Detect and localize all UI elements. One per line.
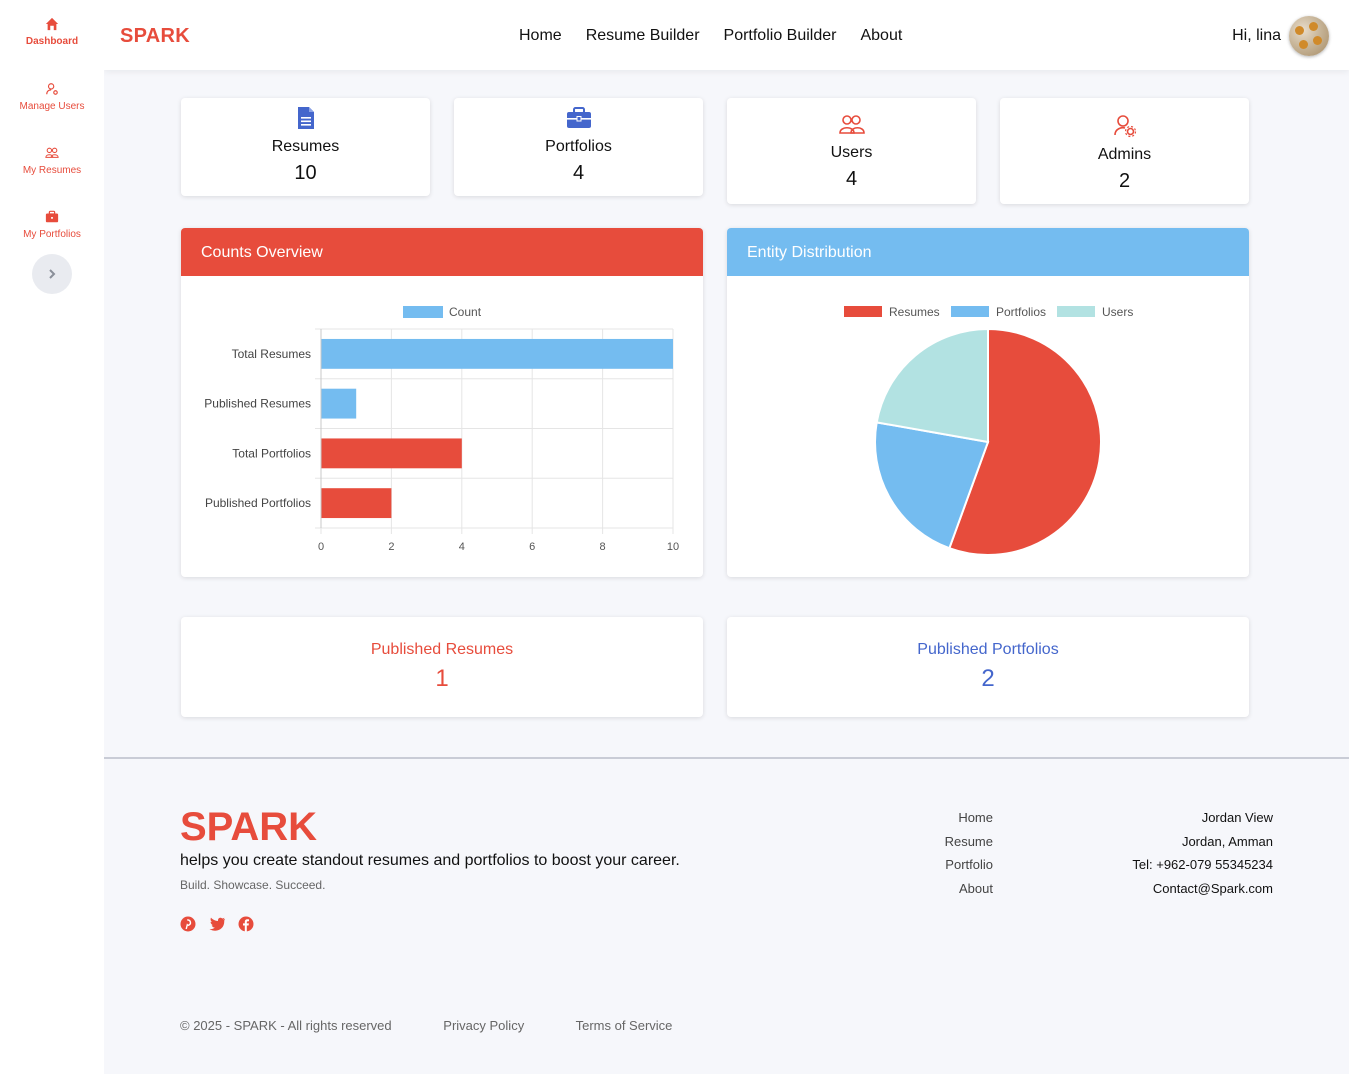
nav-resume-builder[interactable]: Resume Builder — [586, 27, 700, 45]
stat-value: 2 — [1118, 170, 1131, 192]
bar — [321, 438, 462, 469]
stat-card-resumes: Resumes 10 — [181, 98, 430, 196]
contact-phone: Tel: +962-079 55345234 — [1132, 857, 1273, 872]
privacy-policy-link[interactable]: Privacy Policy — [443, 1018, 524, 1033]
nav-portfolio-builder[interactable]: Portfolio Builder — [724, 27, 837, 45]
counts-bar-chart: Count 0 2 4 6 8 10 Total Resumes Published Resum… — [204, 305, 679, 553]
footer-links: Home Resume Portfolio About — [945, 806, 993, 900]
nav-home[interactable]: Home — [519, 27, 562, 45]
stat-label: Admins — [1097, 146, 1152, 163]
legend-swatch — [844, 306, 882, 317]
user-greeting: Hi, lina — [1232, 27, 1281, 44]
stat-card-users: Users 4 — [727, 98, 976, 204]
contact-line: Jordan View — [1201, 810, 1273, 825]
published-label: Published Resumes — [370, 641, 514, 658]
legend-label: Count — [449, 305, 482, 319]
published-value: 1 — [435, 665, 449, 692]
footer-contact: Jordan View Jordan, Amman Tel: +962-079 … — [1132, 806, 1273, 900]
x-tick-label: 8 — [600, 541, 606, 553]
panel-title: Counts Overview — [181, 228, 703, 276]
stat-card-admins: Admins 2 — [1000, 98, 1249, 204]
main-nav: Home Resume Builder Portfolio Builder Ab… — [519, 27, 902, 45]
footer-bottom: © 2025 - SPARK - All rights reserved Pri… — [180, 1018, 720, 1033]
y-tick-label: Total Portfolios — [232, 446, 311, 460]
sidebar-item-my-resumes[interactable]: My Resumes — [0, 146, 104, 176]
legend-label: Resumes — [889, 305, 940, 319]
legend-swatch — [403, 306, 443, 318]
sidebar-item-label: Manage Users — [19, 101, 85, 112]
y-tick-label: Total Resumes — [232, 347, 311, 361]
legend-label: Users — [1102, 305, 1133, 319]
sidebar-item-label: My Portfolios — [23, 229, 81, 240]
stat-label: Portfolios — [545, 138, 612, 155]
y-tick-label: Published Resumes — [204, 397, 311, 411]
avatar[interactable] — [1289, 16, 1329, 56]
home-icon — [45, 17, 59, 31]
footer-subtitle: Build. Showcase. Succeed. — [180, 878, 326, 892]
published-portfolios-card: Published Portfolios 2 — [727, 617, 1249, 717]
pinterest-icon[interactable] — [180, 916, 196, 932]
footer-link-resume[interactable]: Resume — [945, 830, 993, 854]
counts-overview-panel: Counts Overview Count 0 2 4 6 8 10 Total Resume… — [181, 228, 703, 577]
x-tick-label: 2 — [388, 541, 394, 553]
sidebar-item-dashboard[interactable]: Dashboard — [0, 17, 104, 47]
published-label: Published Portfolios — [917, 641, 1059, 658]
stat-label: Resumes — [271, 138, 340, 155]
users-icon — [45, 147, 59, 158]
stat-value: 4 — [572, 162, 585, 184]
document-icon — [297, 107, 314, 129]
sidebar-item-my-portfolios[interactable]: My Portfolios — [0, 210, 104, 240]
entity-pie-chart: Resumes Portfolios Users — [844, 305, 1133, 556]
sidebar-toggle-button[interactable] — [32, 254, 72, 294]
entity-distribution-panel: Entity Distribution Resumes Portfolios Use… — [727, 228, 1249, 577]
brand-logo[interactable]: SPARK — [120, 25, 190, 48]
sidebar-item-label: My Resumes — [22, 165, 82, 176]
legend-swatch — [1057, 306, 1095, 317]
twitter-icon[interactable] — [208, 916, 226, 932]
footer-brand: SPARK — [180, 805, 318, 849]
published-value: 2 — [981, 665, 995, 692]
legend-swatch — [951, 306, 989, 317]
users-icon — [838, 115, 865, 134]
bar — [321, 388, 357, 419]
social-links — [180, 916, 254, 932]
top-header: SPARK Home Resume Builder Portfolio Buil… — [104, 0, 1349, 70]
bar — [321, 488, 392, 519]
stat-value: 4 — [845, 168, 858, 190]
nav-about[interactable]: About — [860, 27, 902, 45]
sidebar: Dashboard Manage Users My Resumes My Por… — [0, 0, 104, 1074]
x-tick-label: 4 — [459, 541, 465, 553]
sidebar-item-manage-users[interactable]: Manage Users — [0, 82, 104, 112]
copyright-text: © 2025 - SPARK - All rights reserved — [180, 1018, 392, 1033]
stat-value: 10 — [294, 162, 317, 184]
pie-slice — [875, 327, 989, 444]
x-tick-label: 6 — [529, 541, 535, 553]
briefcase-icon — [45, 210, 59, 223]
footer-link-about[interactable]: About — [945, 877, 993, 901]
footer-tagline: helps you create standout resumes and po… — [180, 852, 680, 869]
sidebar-item-label: Dashboard — [25, 36, 79, 47]
x-tick-label: 10 — [667, 541, 679, 553]
contact-email[interactable]: Contact@Spark.com — [1132, 877, 1273, 901]
panel-title: Entity Distribution — [727, 228, 1249, 276]
stat-label: Users — [830, 144, 873, 161]
terms-of-service-link[interactable]: Terms of Service — [576, 1018, 673, 1033]
user-gear-icon — [1113, 115, 1136, 138]
published-resumes-card: Published Resumes 1 — [181, 617, 703, 717]
chevron-right-icon — [49, 269, 56, 279]
facebook-icon[interactable] — [238, 916, 254, 932]
footer-link-home[interactable]: Home — [945, 806, 993, 830]
bar — [321, 338, 673, 369]
footer-divider — [104, 757, 1349, 759]
legend-label: Portfolios — [996, 305, 1046, 319]
footer-link-portfolio[interactable]: Portfolio — [945, 853, 993, 877]
y-tick-label: Published Portfolios — [205, 496, 311, 510]
user-gear-icon — [46, 83, 58, 95]
contact-line: Jordan, Amman — [1181, 833, 1273, 849]
x-tick-label: 0 — [318, 541, 324, 553]
stat-card-portfolios: Portfolios 4 — [454, 98, 703, 196]
briefcase-icon — [566, 107, 591, 128]
